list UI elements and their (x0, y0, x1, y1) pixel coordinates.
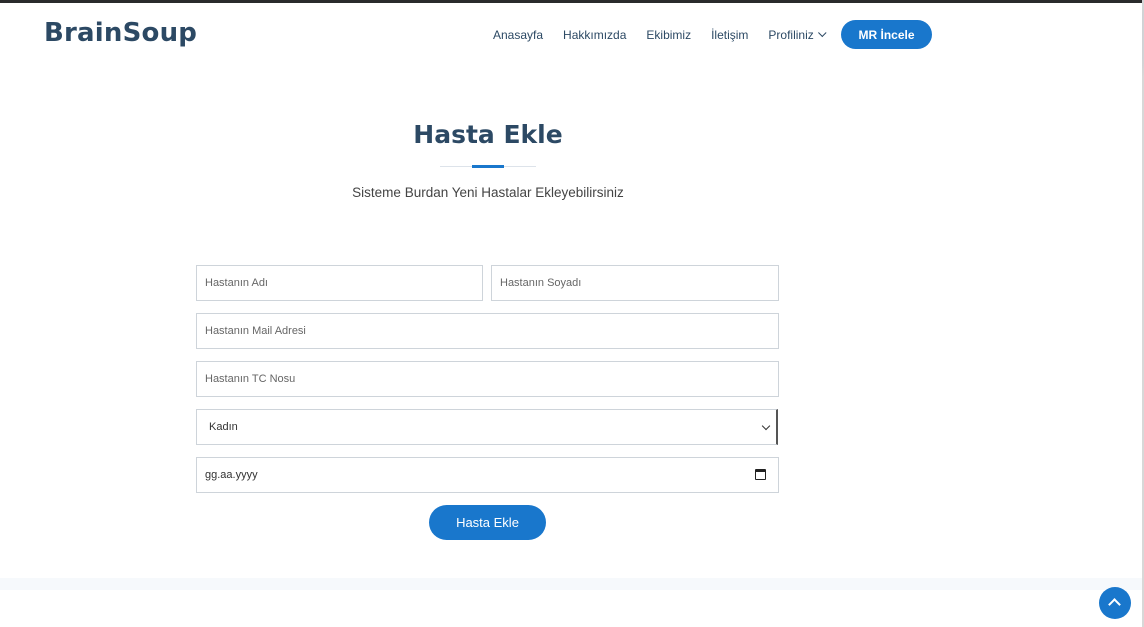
chevron-down-icon (817, 28, 827, 37)
gender-select-value: Kadın (209, 421, 238, 433)
nav-item-iletisim[interactable]: İletişim (711, 28, 748, 42)
footer-band (0, 578, 1142, 590)
birthdate-placeholder: gg.aa.yyyy (205, 469, 258, 481)
main-nav: Anasayfa Hakkımızda Ekibimiz İletişim Pr… (493, 3, 846, 66)
page-title: Hasta Ekle (413, 120, 563, 149)
nav-item-profiliniz[interactable]: Profiliniz (768, 27, 827, 42)
site-header: BrainSoup Anasayfa Hakkımızda Ekibimiz İ… (0, 3, 1142, 66)
add-patient-button[interactable]: Hasta Ekle (429, 505, 546, 540)
title-divider-accent (472, 165, 504, 168)
patient-surname-input[interactable] (491, 265, 779, 301)
logo[interactable]: BrainSoup (44, 18, 197, 48)
patient-tc-input[interactable] (196, 361, 779, 397)
nav-item-anasayfa[interactable]: Anasayfa (493, 28, 543, 42)
calendar-icon[interactable] (755, 469, 766, 480)
mr-incele-button[interactable]: MR İncele (841, 20, 932, 49)
nav-item-profiliniz-label: Profiliniz (768, 27, 814, 42)
page-subtitle: Sisteme Burdan Yeni Hastalar Ekleyebilir… (352, 185, 624, 200)
birthdate-input[interactable]: gg.aa.yyyy (196, 457, 779, 493)
chevron-down-icon (761, 421, 771, 431)
arrow-up-icon (1108, 598, 1121, 611)
gender-select[interactable]: Kadın (196, 409, 778, 445)
patient-email-input[interactable] (196, 313, 779, 349)
nav-item-ekibimiz[interactable]: Ekibimiz (646, 28, 691, 42)
patient-name-input[interactable] (196, 265, 483, 301)
back-to-top-button[interactable] (1099, 587, 1131, 619)
nav-item-hakkimizda[interactable]: Hakkımızda (563, 28, 626, 42)
